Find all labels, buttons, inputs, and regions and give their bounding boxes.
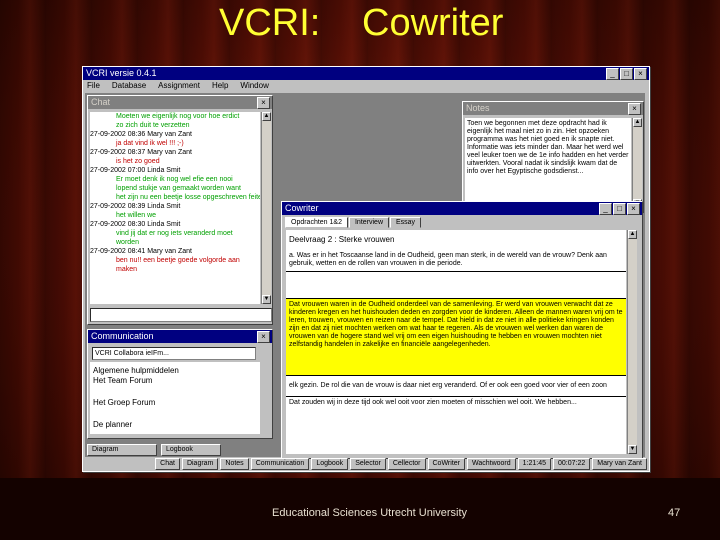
maximize-icon[interactable]: □ (620, 68, 633, 80)
cowriter-document[interactable]: Deelvraag 2 : Sterke vrouwen a. Was er i… (286, 230, 626, 454)
status-selector-button[interactable]: Selector (350, 458, 386, 470)
minimized-windows: Diagram Logbook (87, 444, 221, 456)
close-icon[interactable]: × (634, 68, 647, 80)
list-item[interactable]: Het Team Forum (90, 376, 260, 386)
communication-close-icon[interactable]: × (257, 331, 270, 343)
maximize-icon[interactable]: □ (613, 203, 626, 215)
cowriter-titlebar: Cowriter _ □ × (282, 202, 642, 215)
chat-line: lopend stukje van gemaakt worden want (116, 185, 241, 192)
status-clock: 1:21:45 (517, 458, 551, 470)
chat-line: worden (116, 239, 139, 246)
close-icon[interactable]: × (627, 203, 640, 215)
chat-line: ben nu!! een beetje goede volgorde aan (116, 257, 240, 264)
cowriter-window: Cowriter _ □ × Opdrachten 1&2 Interview … (281, 201, 643, 459)
notes-close-icon[interactable]: × (628, 103, 641, 115)
chat-window: Chat × Moeten we eigenlijk nog voor hoe … (87, 95, 273, 325)
minimized-logbook[interactable]: Logbook (161, 444, 221, 456)
menu-file[interactable]: File (87, 80, 100, 92)
communication-titlebar: Communication × (88, 330, 272, 343)
list-item[interactable]: Algemene hulpmiddelen (90, 366, 260, 376)
chat-line: maken (116, 266, 138, 273)
chat-line: ja dat vind ik wel !!! ;-) (116, 140, 184, 147)
chat-title: Chat (91, 97, 111, 107)
status-cellector-button[interactable]: Cellector (387, 458, 426, 470)
communication-list: Algemene hulpmiddelen Het Team Forum Het… (90, 362, 260, 434)
chat-line: vind jij dat er nog iets veranderd moet (116, 230, 233, 237)
list-item[interactable]: Het Groep Forum (90, 398, 260, 408)
chat-line: 27-09-2002 08:36 Mary van Zant (90, 131, 192, 138)
answer-yellow-block: Dat vrouwen waren in de Oudheid onderdee… (286, 298, 626, 376)
chat-titlebar: Chat × (88, 96, 272, 109)
chat-line: 27-09-2002 08:30 Linda Smit (90, 221, 181, 228)
status-timer: 00:07:22 (553, 458, 591, 470)
minimize-icon[interactable]: _ (606, 68, 619, 80)
scroll-up-icon[interactable]: ▲ (628, 230, 637, 239)
answer-text-1: elk gezin. De rol die van de vrouw is da… (289, 382, 607, 389)
notes-titlebar: Notes × (463, 102, 643, 115)
cowriter-tabs: Opdrachten 1&2 Interview Essay (282, 215, 642, 228)
minimized-diagram[interactable]: Diagram (87, 444, 157, 456)
notes-window: Notes × Toen we begonnen met deze opdrac… (462, 101, 644, 213)
question-heading: Deelvraag 2 : Sterke vrouwen (289, 235, 395, 244)
answer-text-2: Dat zouden wij in deze tijd ook wel ooit… (286, 396, 626, 409)
chat-line: 27-09-2002 08:39 Linda Smit (90, 203, 181, 210)
scroll-down-icon[interactable]: ▼ (628, 445, 637, 454)
chat-line: het zijn nu een beetje losse opgeschreve… (116, 194, 260, 201)
slide-title-right: Cowriter (362, 2, 504, 44)
notes-scrollbar[interactable]: ▲ ▼ (632, 118, 642, 208)
menu-assignment[interactable]: Assignment (158, 80, 200, 92)
list-item[interactable]: De planner (90, 420, 260, 430)
mdi-area: Chat × Moeten we eigenlijk nog voor hoe … (85, 93, 645, 459)
chat-line: het willen we (116, 212, 157, 219)
status-cowriter-button[interactable]: CoWriter (427, 458, 465, 470)
question-text: a. Was er in het Toscaanse land in de Ou… (286, 250, 626, 272)
status-password-button[interactable]: Wachtwoord (466, 458, 516, 470)
status-bar: Chat Diagram Notes Communication Logbook… (83, 457, 649, 471)
chat-scrollbar[interactable]: ▲ ▼ (261, 112, 271, 304)
communication-window: Communication × VCRI Collabora ieIFm... … (87, 329, 273, 439)
app-titlebar: VCRI versie 0.4.1 _ □ × (83, 67, 649, 80)
chat-line: 27-09-2002 08:41 Mary van Zant (90, 248, 192, 255)
chat-line: Moeten we eigenlijk nog voor hoe erdict (116, 113, 240, 120)
vcri-window: VCRI versie 0.4.1 _ □ × File Database As… (82, 66, 650, 472)
menu-help[interactable]: Help (212, 80, 228, 92)
communication-title: Communication (91, 331, 154, 341)
chat-input[interactable] (90, 308, 272, 322)
status-logbook-button[interactable]: Logbook (311, 458, 349, 470)
status-communication-button[interactable]: Communication (250, 458, 310, 470)
menu-window[interactable]: Window (240, 80, 268, 92)
notes-text: Toen we begonnen met deze opdracht had i… (467, 120, 629, 175)
forum-select-value: VCRI Collabora ieIFm... (95, 350, 169, 357)
chat-line: 27-09-2002 08:37 Mary van Zant (90, 149, 192, 156)
cowriter-title: Cowriter (285, 203, 319, 213)
chat-line: is het zo goed (116, 158, 160, 165)
tab-interview[interactable]: Interview (348, 217, 389, 228)
cowriter-scrollbar[interactable]: ▲ ▼ (627, 230, 637, 454)
page-number: 47 (668, 507, 681, 519)
status-notes-button[interactable]: Notes (220, 458, 249, 470)
minimize-icon[interactable]: _ (599, 203, 612, 215)
slide-title-left: VCRI: (219, 2, 321, 44)
status-chat-button[interactable]: Chat (155, 458, 180, 470)
chat-line: 27-09-2002 07:00 Linda Smit (90, 167, 181, 174)
notes-text-area[interactable]: Toen we begonnen met deze opdracht had i… (465, 118, 631, 208)
tab-essay[interactable]: Essay (390, 217, 422, 228)
scroll-down-icon[interactable]: ▼ (262, 295, 271, 304)
menu-bar: File Database Assignment Help Window (83, 80, 649, 92)
notes-title: Notes (466, 103, 490, 113)
chat-close-icon[interactable]: × (257, 97, 270, 109)
forum-select[interactable]: VCRI Collabora ieIFm... (92, 347, 256, 360)
chat-log[interactable]: Moeten we eigenlijk nog voor hoe erdict … (90, 112, 260, 304)
scroll-up-icon[interactable]: ▲ (262, 112, 271, 121)
scroll-up-icon[interactable]: ▲ (633, 118, 642, 127)
slide-footer: Educational Sciences Utrecht University (272, 507, 468, 519)
chat-line: Er moet denk ik nog wel efie een nooi (116, 176, 233, 183)
tab-opdrachten[interactable]: Opdrachten 1&2 (285, 217, 348, 228)
status-user: Mary van Zant (592, 458, 647, 470)
app-title: VCRI versie 0.4.1 (86, 68, 157, 78)
status-diagram-button[interactable]: Diagram (181, 458, 219, 470)
menu-database[interactable]: Database (112, 80, 146, 92)
chat-line: zo zich duit te verzetten (116, 122, 190, 129)
